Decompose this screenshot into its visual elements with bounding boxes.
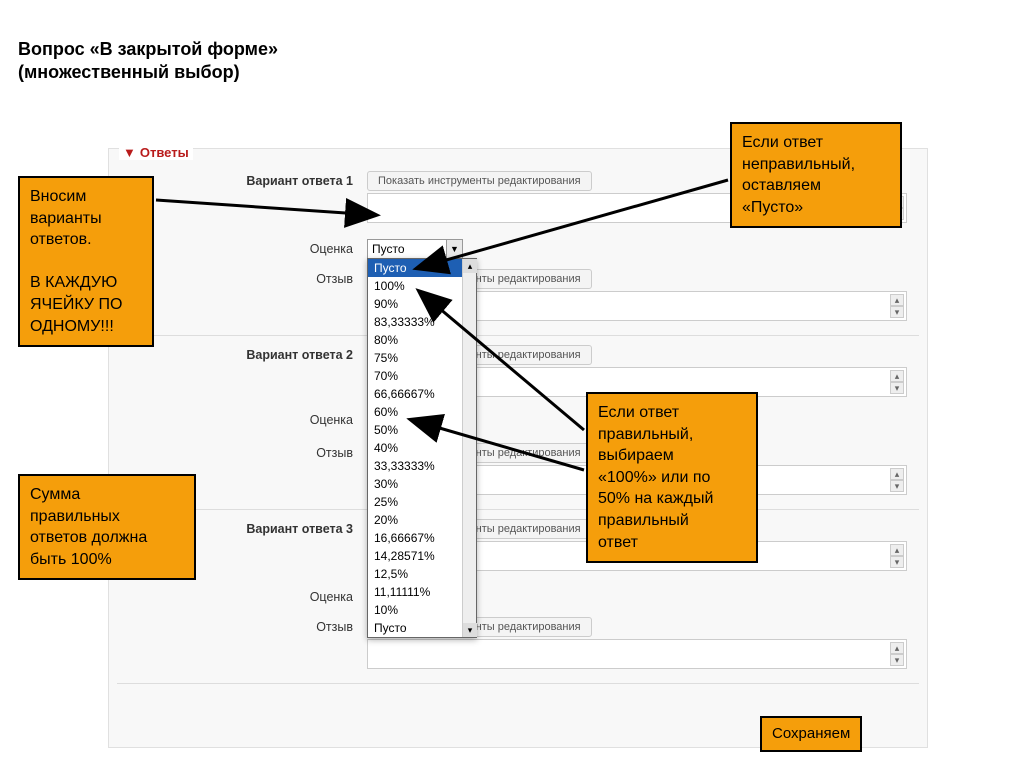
answer2-feedback-label: Отзыв	[109, 446, 367, 460]
callout-wrong-answer: Если ответ неправильный, оставляем «Пуст…	[730, 122, 902, 228]
answer2-label: Вариант ответа 2	[109, 348, 367, 362]
answer3-feedback-input[interactable]: ▴ ▾	[367, 639, 907, 669]
grade-option[interactable]: 25%	[368, 493, 476, 511]
answer3-grade-label: Оценка	[109, 590, 367, 604]
answer1-grade-select[interactable]: Пусто ▼	[367, 239, 463, 259]
divider	[117, 683, 919, 684]
scroll-down-icon[interactable]: ▾	[890, 382, 904, 394]
collapse-icon: ▼	[123, 145, 136, 160]
scroll-down-icon[interactable]: ▾	[890, 480, 904, 492]
callout-sum-100: Сумма правильных ответов должна быть 100…	[18, 474, 196, 580]
title-line1: Вопрос «В закрытой форме»	[18, 39, 278, 59]
grade-option[interactable]: Пусто	[368, 259, 476, 277]
callout-save: Сохраняем	[760, 716, 862, 752]
grade-option[interactable]: 90%	[368, 295, 476, 313]
scroll-up-icon[interactable]: ▴	[890, 544, 904, 556]
divider	[117, 335, 919, 336]
grade-option[interactable]: 100%	[368, 277, 476, 295]
answer2-grade-label: Оценка	[109, 413, 367, 427]
grade-option[interactable]: 12,5%	[368, 565, 476, 583]
grade-option[interactable]: 83,33333%	[368, 313, 476, 331]
section-header[interactable]: ▼ Ответы	[119, 145, 193, 160]
scroll-down-icon[interactable]: ▾	[890, 306, 904, 318]
grade-dropdown-list[interactable]: ▴ ▾ Пусто100%90%83,33333%80%75%70%66,666…	[367, 258, 477, 638]
grade-option[interactable]: 75%	[368, 349, 476, 367]
grade-option[interactable]: 11,11111%	[368, 583, 476, 601]
grade-option[interactable]: 14,28571%	[368, 547, 476, 565]
grade-option[interactable]: 16,66667%	[368, 529, 476, 547]
grade-option[interactable]: 60%	[368, 403, 476, 421]
scroll-up-icon[interactable]: ▴	[890, 642, 904, 654]
grade-option[interactable]: Пусто	[368, 619, 476, 637]
grade-option[interactable]: 33,33333%	[368, 457, 476, 475]
callout-enter-answers: Вносим варианты ответов. В КАЖДУЮ ЯЧЕЙКУ…	[18, 176, 154, 347]
title-line2: (множественный выбор)	[18, 62, 240, 82]
answer3-feedback-label: Отзыв	[109, 620, 367, 634]
callout-correct-answer: Если ответ правильный, выбираем «100%» и…	[586, 392, 758, 563]
page-title: Вопрос «В закрытой форме» (множественный…	[18, 38, 278, 85]
grade-option[interactable]: 50%	[368, 421, 476, 439]
answer1-show-tools-button[interactable]: Показать инструменты редактирования	[367, 171, 592, 191]
chevron-down-icon: ▼	[446, 240, 462, 258]
divider	[117, 509, 919, 510]
answer1-grade-value: Пусто	[372, 242, 405, 256]
grade-option[interactable]: 10%	[368, 601, 476, 619]
grade-option[interactable]: 70%	[368, 367, 476, 385]
scroll-up-icon[interactable]: ▴	[890, 370, 904, 382]
scroll-up-icon[interactable]: ▴	[463, 259, 477, 273]
section-title: Ответы	[140, 145, 189, 160]
scroll-up-icon[interactable]: ▴	[890, 468, 904, 480]
answers-form-panel: ▼Ответы Вариант ответа 1 Показать инстру…	[108, 148, 928, 748]
dropdown-scrollbar[interactable]: ▴ ▾	[462, 259, 476, 637]
scroll-down-icon[interactable]: ▾	[890, 654, 904, 666]
grade-option[interactable]: 66,66667%	[368, 385, 476, 403]
scroll-down-icon[interactable]: ▾	[463, 623, 477, 637]
grade-option[interactable]: 80%	[368, 331, 476, 349]
grade-option[interactable]: 30%	[368, 475, 476, 493]
grade-option[interactable]: 40%	[368, 439, 476, 457]
scroll-up-icon[interactable]: ▴	[890, 294, 904, 306]
grade-option[interactable]: 20%	[368, 511, 476, 529]
scroll-down-icon[interactable]: ▾	[890, 556, 904, 568]
